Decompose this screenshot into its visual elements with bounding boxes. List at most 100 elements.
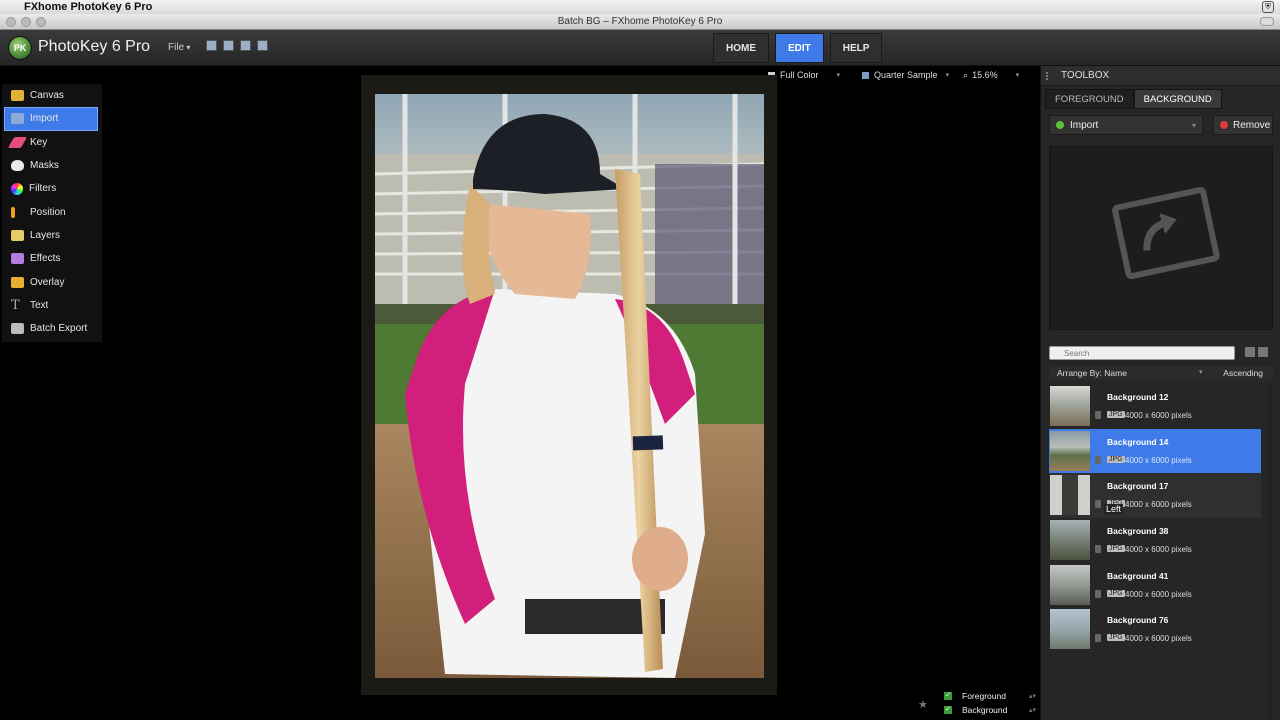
item-dims: 4000 x 6000 pixels: [1125, 589, 1192, 599]
item-name: Background 76: [1107, 615, 1169, 626]
main-nav: HOME EDIT HELP: [713, 33, 883, 63]
list-item[interactable]: Background 17 JPG 4000 x 6000 pixels: [1049, 473, 1261, 519]
tab-foreground[interactable]: FOREGROUND: [1045, 89, 1134, 109]
sort-order-button[interactable]: Ascending: [1223, 366, 1263, 380]
zoom-icon: ⌕: [963, 69, 969, 80]
effects-icon: [11, 253, 24, 265]
nav-edit[interactable]: EDIT: [775, 33, 824, 63]
save-icon[interactable]: [206, 40, 217, 51]
tool-effects[interactable]: Effects: [2, 247, 102, 270]
remove-button[interactable]: Remove: [1213, 115, 1273, 135]
tool-label: Position: [30, 206, 66, 218]
item-dims: 4000 x 6000 pixels: [1125, 455, 1192, 465]
tool-layers[interactable]: Layers: [2, 224, 102, 247]
export-icon[interactable]: [240, 40, 251, 51]
tool-import[interactable]: Import: [4, 107, 98, 131]
minimize-window-button[interactable]: [21, 17, 31, 27]
toolbox-tabs: FOREGROUND BACKGROUND: [1045, 89, 1222, 109]
reorder-icon[interactable]: ▴▾: [1029, 692, 1036, 700]
layer-row-background[interactable]: ✓ Background ▴▾: [944, 703, 1040, 717]
zoom-value: 15.6%: [972, 70, 998, 80]
pin-icon: [1095, 589, 1101, 598]
print-icon[interactable]: [257, 40, 268, 51]
shield-icon[interactable]: ⛨: [1262, 1, 1274, 13]
remove-icon: [1220, 121, 1228, 129]
format-badge: JPG: [1107, 634, 1125, 642]
sample-icon: [862, 71, 870, 79]
grid-view-icon[interactable]: [1258, 347, 1268, 357]
app-logo-text: PhotoKey 6 Pro: [38, 38, 151, 55]
chevron-down-icon[interactable]: ▾: [1199, 366, 1203, 380]
key-icon: [7, 136, 28, 148]
nav-home[interactable]: HOME: [713, 33, 769, 63]
background-thumbnail: [1050, 609, 1090, 650]
close-window-button[interactable]: [6, 17, 16, 27]
fullscreen-button[interactable]: [1260, 17, 1274, 26]
list-scrollbar[interactable]: [1267, 384, 1273, 718]
background-thumbnail: [1050, 430, 1090, 471]
tool-overlay[interactable]: Overlay: [2, 270, 102, 293]
quick-toolbar: [206, 40, 268, 51]
tool-label: Text: [30, 299, 49, 311]
sample-value: Quarter Sample: [874, 70, 938, 80]
batch-export-icon: [11, 323, 24, 335]
layer-label: Background: [962, 705, 1008, 715]
tab-background[interactable]: BACKGROUND: [1133, 89, 1222, 109]
chevron-down-icon: ▾: [1015, 72, 1020, 79]
open-icon[interactable]: [223, 40, 234, 51]
position-icon: [11, 206, 15, 218]
list-item-selected[interactable]: Background 14 JPG 4000 x 6000 pixels: [1049, 428, 1261, 474]
item-dims: 4000 x 6000 pixels: [1125, 411, 1192, 420]
tool-label: Canvas: [30, 90, 64, 102]
masks-icon: [11, 160, 24, 172]
tool-text[interactable]: T Text: [2, 294, 102, 317]
toolbox-panel: TOOLBOX FOREGROUND BACKGROUND Import ▾ R…: [1040, 66, 1280, 720]
os-app-name[interactable]: FXhome PhotoKey 6 Pro: [24, 1, 152, 13]
sample-select[interactable]: Quarter Sample ▾: [854, 70, 949, 80]
app-header: PK PhotoKey 6 Pro File HOME EDIT HELP: [0, 30, 1280, 66]
overlay-icon: [11, 276, 24, 288]
nav-help[interactable]: HELP: [829, 33, 883, 63]
checkbox-icon[interactable]: ✓: [944, 692, 952, 700]
tool-filters[interactable]: Filters: [2, 177, 102, 200]
filters-icon: [11, 182, 23, 195]
list-item[interactable]: Background 76 JPG 4000 x 6000 pixels: [1049, 607, 1261, 652]
pin-icon: [1095, 634, 1101, 643]
chevron-down-icon: ▾: [836, 72, 841, 79]
layers-icon: [11, 229, 24, 241]
pin-icon: [1095, 455, 1101, 464]
search-input[interactable]: [1049, 346, 1235, 360]
tool-label: Batch Export: [30, 323, 88, 335]
reorder-icon[interactable]: ▴▾: [1029, 706, 1036, 714]
tool-canvas[interactable]: Canvas: [2, 84, 102, 107]
tool-panel: Canvas Import Key Masks Filters Position…: [2, 84, 102, 342]
background-thumbnail: [1050, 520, 1090, 561]
star-icon[interactable]: ★: [918, 698, 928, 711]
pin-icon: [1095, 545, 1101, 554]
tool-batch-export[interactable]: Batch Export: [2, 317, 102, 340]
list-view-icon[interactable]: [1245, 347, 1255, 357]
format-badge: JPG: [1107, 411, 1125, 418]
format-badge: JPG: [1107, 455, 1125, 463]
import-button[interactable]: Import ▾: [1049, 115, 1203, 135]
layer-row-foreground[interactable]: ✓ Foreground ▴▾: [944, 689, 1040, 703]
tool-masks[interactable]: Masks: [2, 154, 102, 177]
background-drop-zone[interactable]: [1049, 146, 1273, 330]
tool-label: Filters: [29, 183, 57, 195]
tool-label: Layers: [30, 229, 61, 241]
chevron-down-icon[interactable]: ▾: [1192, 121, 1196, 130]
view-mode-buttons: [1245, 347, 1268, 357]
composite-preview[interactable]: [375, 94, 764, 678]
file-menu[interactable]: File: [160, 40, 198, 55]
list-item[interactable]: Background 12 JPG 4000 x 6000 pixels: [1049, 384, 1261, 429]
tool-key[interactable]: Key: [2, 131, 102, 154]
arrange-by-select[interactable]: Arrange By: Name: [1057, 368, 1127, 378]
tool-position[interactable]: Position: [2, 200, 102, 223]
list-item[interactable]: Background 38 JPG 4000 x 6000 pixels: [1049, 518, 1261, 563]
checkbox-icon[interactable]: ✓: [944, 706, 952, 714]
zoom-select[interactable]: ⌕ 15.6% ▾: [963, 70, 1019, 81]
photokey-logo-icon: PK: [8, 36, 32, 60]
view-options: Full Color ▾ Quarter Sample ▾ ⌕ 15.6% ▾: [760, 66, 1038, 84]
zoom-window-button[interactable]: [36, 17, 46, 27]
list-item[interactable]: Background 41 JPG 4000 x 6000 pixels: [1049, 563, 1261, 608]
